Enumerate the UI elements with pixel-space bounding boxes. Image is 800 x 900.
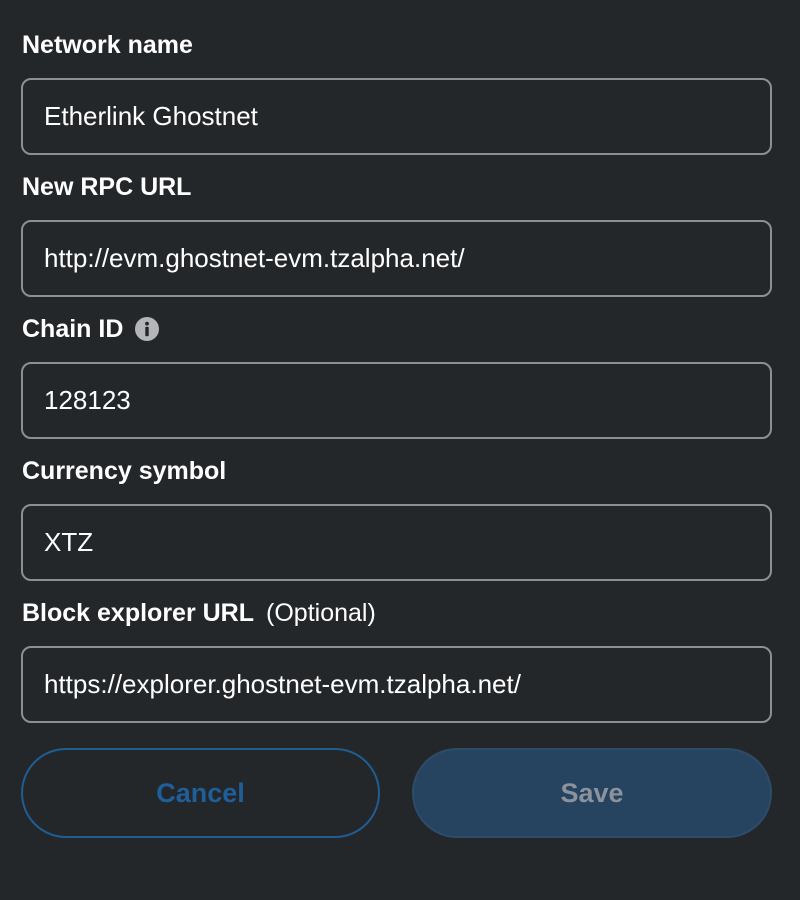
add-network-form: Network name New RPC URL Chain ID Curren… — [0, 0, 800, 900]
save-button[interactable]: Save — [412, 748, 772, 838]
chain-id-label: Chain ID — [22, 314, 160, 344]
rpc-url-input[interactable] — [21, 220, 772, 297]
optional-hint: (Optional) — [266, 599, 376, 627]
block-explorer-label-text: Block explorer URL — [22, 599, 255, 627]
info-circle-icon[interactable] — [135, 317, 160, 341]
chain-id-label-text: Chain ID — [22, 315, 124, 343]
rpc-url-label-text: New RPC URL — [22, 173, 192, 201]
network-name-label-text: Network name — [22, 31, 193, 59]
rpc-url-label: New RPC URL — [22, 172, 191, 202]
currency-symbol-label-text: Currency symbol — [22, 457, 227, 485]
block-explorer-input[interactable] — [21, 646, 772, 723]
network-name-input[interactable] — [21, 78, 772, 155]
network-name-label: Network name — [22, 30, 193, 60]
currency-symbol-input[interactable] — [21, 504, 772, 581]
block-explorer-label: Block explorer URL (Optional) — [22, 598, 376, 628]
chain-id-input[interactable] — [21, 362, 772, 439]
cancel-button[interactable]: Cancel — [21, 748, 380, 838]
currency-symbol-label: Currency symbol — [22, 456, 226, 486]
